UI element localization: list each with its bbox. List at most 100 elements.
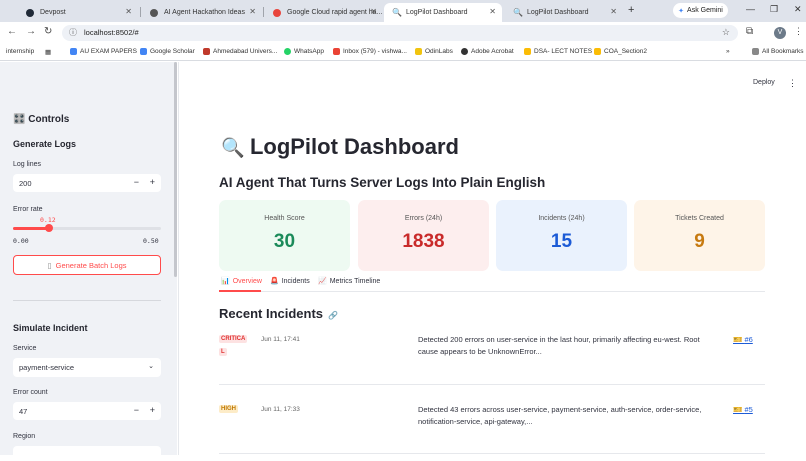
ticket-number[interactable]: #5 xyxy=(744,405,752,414)
tab-label: Metrics Timeline xyxy=(329,277,381,285)
apps-grid-icon[interactable]: ▦ xyxy=(45,48,51,56)
bookmark-label: Adobe Acrobat xyxy=(471,48,514,55)
close-tab-icon[interactable]: ✕ xyxy=(249,7,256,16)
profile-avatar[interactable]: V xyxy=(774,27,786,39)
tab-label: AI Agent Hackathon Ideas xyxy=(164,9,245,16)
bookmark-label: internship xyxy=(6,48,35,55)
increment-button[interactable]: + xyxy=(150,177,155,187)
generate-batch-logs-button[interactable]: ▯ Generate Batch Logs xyxy=(13,255,161,275)
whatsapp-icon xyxy=(284,48,291,55)
incident-description-line: Detected 43 errors across user-service, … xyxy=(418,405,702,414)
tickets-card: Tickets Created 9 xyxy=(634,200,765,271)
browser-tab-logpilot[interactable]: 🔍 LogPilot Dashboard ✕ xyxy=(505,3,623,22)
ask-gemini-button[interactable]: ✦ Ask Gemini xyxy=(673,3,728,18)
page-title-text: LogPilot Dashboard xyxy=(249,134,459,159)
bookmarks-overflow-icon[interactable]: » xyxy=(726,48,730,55)
severity-badge: CRITICA xyxy=(219,335,248,343)
tab-label: LogPilot Dashboard xyxy=(406,9,468,16)
row-divider xyxy=(219,384,765,385)
tab-separator xyxy=(263,7,264,17)
close-tab-icon[interactable]: ✕ xyxy=(489,7,496,16)
ticket-link[interactable]: 🎫 #5 xyxy=(733,405,753,414)
bookmark-star-icon[interactable]: ☆ xyxy=(722,27,730,38)
bookmark-dsa-lect-notes[interactable]: DSA- LECT NOTES xyxy=(524,48,592,55)
errors-card: Errors (24h) 1838 xyxy=(358,200,489,271)
error-rate-slider-thumb[interactable] xyxy=(44,224,53,232)
tab-label: Devpost xyxy=(40,9,66,16)
error-rate-label: Error rate xyxy=(13,206,43,213)
bookmark-google-scholar[interactable]: Google Scholar xyxy=(140,48,195,55)
app-menu-icon[interactable]: ⋮ xyxy=(788,78,797,89)
region-select[interactable] xyxy=(13,446,161,461)
controls-icon: 🎛️ xyxy=(13,114,29,125)
log-lines-value[interactable]: 200 xyxy=(19,179,32,188)
bookmark-label: OdinLabs xyxy=(425,48,453,55)
service-select[interactable]: payment-service ⌄ xyxy=(13,358,161,377)
bookmark-odinlabs[interactable]: OdinLabs xyxy=(415,48,453,55)
gmail-icon xyxy=(333,48,340,55)
error-count-value[interactable]: 47 xyxy=(19,407,27,416)
incident-description-line: notification-service, api-gateway,... xyxy=(418,417,533,426)
back-icon[interactable]: ← xyxy=(7,26,17,37)
devpost-favicon-icon xyxy=(26,8,34,17)
log-lines-input[interactable]: 200 − + xyxy=(13,174,161,192)
bookmark-coa-section2[interactable]: COA_Section2 xyxy=(594,48,647,55)
health-score-card: Health Score 30 xyxy=(219,200,350,271)
browser-tab-devpost[interactable]: Devpost ✕ xyxy=(18,3,138,22)
tab-metrics-timeline[interactable]: 📈 Metrics Timeline xyxy=(318,277,381,286)
bookmark-label: DSA- LECT NOTES xyxy=(534,48,593,55)
site-info-icon[interactable]: ⓘ xyxy=(69,27,77,38)
sidebar-scrollbar[interactable] xyxy=(174,62,177,277)
anchor-link-icon[interactable]: 🔗 xyxy=(328,311,338,320)
bookmark-label: All Bookmarks xyxy=(762,48,804,55)
card-label: Health Score xyxy=(264,215,305,222)
browser-tab-logpilot-active[interactable]: 🔍 LogPilot Dashboard ✕ xyxy=(384,3,502,22)
close-tab-icon[interactable]: ✕ xyxy=(370,7,377,16)
decrement-button[interactable]: − xyxy=(134,177,139,187)
ticket-number[interactable]: #6 xyxy=(744,335,752,344)
window-close-icon[interactable]: ✕ xyxy=(794,4,802,15)
url-bar[interactable]: ⓘ localhost:8502/# ☆ xyxy=(62,25,738,41)
browser-tab-google-cloud[interactable]: Google Cloud rapid agent ha... ✕ xyxy=(265,3,383,22)
bookmark-au-exam-papers[interactable]: AU EXAM PAPERS xyxy=(70,48,137,55)
tab-incidents[interactable]: 🚨 Incidents xyxy=(270,277,310,286)
tab-overview[interactable]: 📊 Overview xyxy=(221,277,262,286)
close-tab-icon[interactable]: ✕ xyxy=(125,7,132,16)
bookmark-adobe-acrobat[interactable]: Adobe Acrobat xyxy=(461,48,514,55)
ticket-link[interactable]: 🎫 #6 xyxy=(733,335,753,344)
tab-label: Overview xyxy=(232,277,262,285)
log-lines-label: Log lines xyxy=(13,161,42,168)
increment-button[interactable]: + xyxy=(150,405,155,415)
ticket-icon: 🎫 xyxy=(733,405,745,414)
chevron-down-icon[interactable]: ⌄ xyxy=(148,362,154,370)
deploy-button[interactable]: Deploy xyxy=(753,79,775,86)
all-bookmarks[interactable]: All Bookmarks xyxy=(752,48,804,55)
bookmark-whatsapp[interactable]: WhatsApp xyxy=(284,48,324,55)
folder-icon xyxy=(752,48,759,55)
bookmark-internship[interactable]: internship xyxy=(6,48,34,55)
minimize-icon[interactable]: — xyxy=(746,4,755,14)
error-count-input[interactable]: 47 − + xyxy=(13,402,161,420)
sidebar-title: 🎛️ Controls xyxy=(13,114,69,125)
sidebar-title-text: Controls xyxy=(28,114,70,125)
incident-description-line: Detected 200 errors on user-service in t… xyxy=(418,335,700,344)
new-tab-button[interactable]: + xyxy=(628,4,634,16)
service-value[interactable]: payment-service xyxy=(19,363,74,372)
close-tab-icon[interactable]: ✕ xyxy=(610,7,617,16)
region-label: Region xyxy=(13,433,36,440)
scholar-icon xyxy=(140,48,147,55)
browser-menu-icon[interactable]: ⋮ xyxy=(794,26,803,37)
error-rate-slider-track[interactable] xyxy=(13,227,161,230)
forward-icon[interactable]: → xyxy=(26,26,36,37)
bookmark-ahmedabad-univ[interactable]: Ahmedabad Univers... xyxy=(203,48,277,55)
url-text[interactable]: localhost:8502/# xyxy=(84,28,139,37)
reload-icon[interactable]: ↻ xyxy=(44,26,52,37)
extensions-icon[interactable]: ⧉ xyxy=(746,26,753,37)
bookmark-gmail-inbox[interactable]: Inbox (579) - vishwa... xyxy=(333,48,407,55)
browser-tab-ai-agent-ideas[interactable]: AI Agent Hackathon Ideas ✕ xyxy=(142,3,262,22)
error-rate-min: 0.00 xyxy=(13,237,29,245)
card-value: 30 xyxy=(273,231,296,252)
restore-icon[interactable]: ❐ xyxy=(770,4,778,15)
service-label: Service xyxy=(13,345,37,352)
decrement-button[interactable]: − xyxy=(134,405,139,415)
